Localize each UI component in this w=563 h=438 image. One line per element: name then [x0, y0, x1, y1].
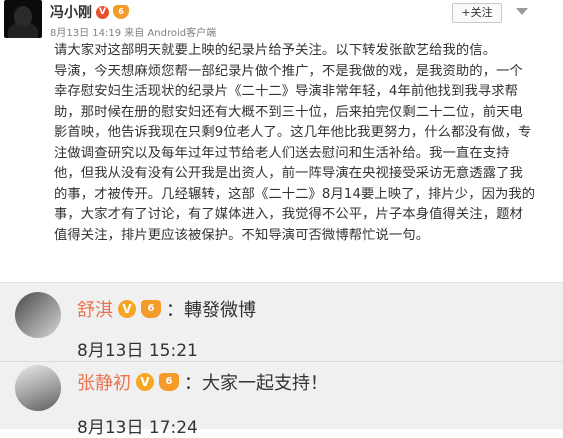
commenter-avatar[interactable]	[15, 292, 61, 338]
post-text-line: 注做调查研究以及每年过年过节给老人们送去慰问和生活补给。我一直在支持	[54, 145, 510, 161]
member-badge-icon: 6	[113, 5, 129, 19]
comment-list: 舒淇 V 6 ：轉發微博 8月13日 15:21 张静初 V 6 ：大家一起支持…	[0, 282, 563, 438]
comment-item: 张静初 V 6 ：大家一起支持！ 8月13日 17:24	[0, 361, 563, 438]
post-text-line: 事，大家才有了讨论，有了媒体进入，我觉得不公平，片子本身值得关注，题材	[54, 207, 523, 222]
post-text-line: 助，那时候在册的慰安妇还有大概不到三十位，后来拍完仅剩二十二位，前天电	[54, 104, 523, 120]
comment-header: 舒淇 V 6 ：轉發微博	[77, 296, 256, 322]
member-badge-icon: 6	[141, 300, 161, 318]
verified-icon: V	[96, 5, 109, 19]
comment-header: 张静初 V 6 ：大家一起支持！	[77, 369, 328, 395]
member-level: 6	[159, 373, 179, 391]
follow-button[interactable]: +关注	[452, 3, 502, 23]
author-name[interactable]: 冯小刚	[50, 2, 92, 22]
commenter-avatar[interactable]	[15, 365, 61, 411]
comment-text: ：轉發微博	[166, 300, 256, 321]
follow-label: +关注	[461, 6, 493, 19]
commenter-name[interactable]: 张静初	[77, 369, 131, 395]
member-level: 6	[141, 300, 161, 318]
comment-time: 8月13日 17:24	[77, 418, 198, 438]
weibo-post: 冯小刚 V 6 8月13日 14:19 来自 Android客户端 +关注 请大…	[0, 0, 563, 282]
post-text-line: 的事，才被传开。几经辗转，这部《二十二》8月14要上映了，排片少，因为我的	[54, 186, 536, 202]
post-meta: 8月13日 14:19 来自 Android客户端	[50, 28, 217, 39]
post-text-line: 影首映，他告诉我现在只剩9位老人了。这几年他比我更努力，什么都没有做，专	[54, 125, 532, 140]
post-text-line: 他，但我从没有没有公开我是出资人，前一阵导演在央视接受采访无意透露了我	[54, 166, 523, 181]
comment-time: 8月13日 15:21	[77, 341, 198, 361]
commenter-name[interactable]: 舒淇	[77, 296, 113, 322]
verified-icon: V	[136, 373, 154, 391]
chevron-down-icon[interactable]	[516, 8, 528, 15]
comment-text: ：大家一起支持！	[184, 373, 328, 394]
post-body: 请大家对这部明天就要上映的纪录片给予关注。以下转发张歆艺给我的信。 导演，今天想…	[54, 41, 554, 246]
post-text-line: 幸存慰安妇生活现状的纪录片《二十二》导演非常年轻，4年前他找到我寻求帮	[54, 84, 519, 99]
avatar-silhouette-head	[14, 6, 32, 26]
post-text-line: 请大家对这部明天就要上映的纪录片给予关注。以下转发张歆艺给我的信。	[54, 43, 497, 58]
comment-item: 舒淇 V 6 ：轉發微博 8月13日 15:21	[0, 288, 563, 362]
post-text-line: 导演，今天想麻烦您帮一部纪录片做个推广，不是我做的戏，是我资助的，一个	[54, 63, 523, 79]
member-level: 6	[113, 5, 129, 19]
verified-icon: V	[118, 300, 136, 318]
member-badge-icon: 6	[159, 373, 179, 391]
author-header: 冯小刚 V 6	[50, 2, 129, 22]
author-avatar[interactable]	[4, 0, 42, 38]
post-text-line: 值得关注，排片更应该被保护。不知导演可否微博帮忙说一句。	[54, 227, 430, 243]
